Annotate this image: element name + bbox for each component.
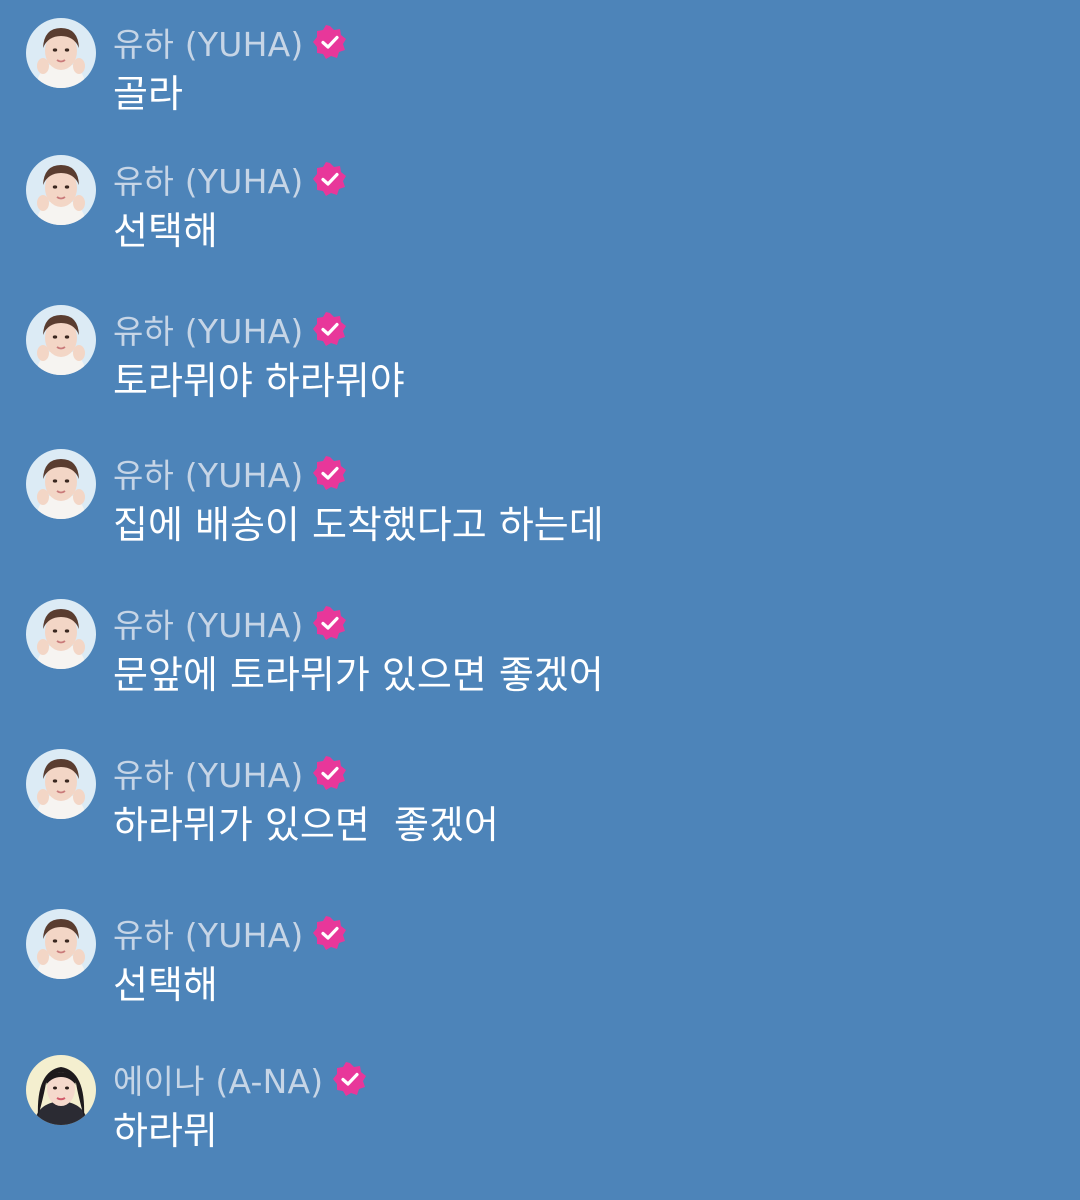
chat-message: 유하 (YUHA) 선택해: [0, 155, 1080, 275]
chat-message: 유하 (YUHA) 토라뮈야 하라뮈야: [0, 305, 1080, 425]
yuha-avatar-icon[interactable]: [26, 599, 96, 669]
message-text: 선택해: [113, 963, 218, 1007]
yuha-avatar-icon[interactable]: [26, 18, 96, 88]
yuha-avatar-icon[interactable]: [26, 749, 96, 819]
message-text: 선택해: [113, 209, 218, 253]
chat-message: 유하 (YUHA) 선택해: [0, 909, 1080, 1029]
verified-badge-icon: [333, 1062, 367, 1096]
chat-message: 유하 (YUHA) 골라: [0, 18, 1080, 138]
sender-name: 유하 (YUHA): [113, 162, 304, 201]
chat-message: 유하 (YUHA) 하라뮈가 있으면 좋겠어: [0, 749, 1080, 869]
chat-message: 유하 (YUHA) 집에 배송이 도착했다고 하는데: [0, 449, 1080, 569]
sender-name: 유하 (YUHA): [113, 25, 304, 64]
yuha-avatar-icon[interactable]: [26, 155, 96, 225]
yuha-avatar-icon[interactable]: [26, 305, 96, 375]
message-text: 하라뮈: [113, 1109, 218, 1153]
sender-name: 유하 (YUHA): [113, 756, 304, 795]
verified-badge-icon: [313, 756, 347, 790]
message-text: 하라뮈가 있으면 좋겠어: [113, 803, 499, 847]
verified-badge-icon: [313, 456, 347, 490]
message-text: 문앞에 토라뮈가 있으면 좋겠어: [113, 653, 604, 697]
message-text: 토라뮈야 하라뮈야: [113, 359, 405, 403]
chat-message: 유하 (YUHA) 문앞에 토라뮈가 있으면 좋겠어: [0, 599, 1080, 719]
message-text: 골라: [113, 72, 183, 116]
sender-name: 유하 (YUHA): [113, 312, 304, 351]
sender-name: 에이나 (A-NA): [113, 1062, 324, 1101]
chat-message: 에이나 (A-NA) 하라뮈: [0, 1055, 1080, 1175]
verified-badge-icon: [313, 916, 347, 950]
verified-badge-icon: [313, 162, 347, 196]
message-text: 집에 배송이 도착했다고 하는데: [113, 503, 604, 547]
verified-badge-icon: [313, 606, 347, 640]
sender-name: 유하 (YUHA): [113, 456, 304, 495]
yuha-avatar-icon[interactable]: [26, 909, 96, 979]
ana-avatar-icon[interactable]: [26, 1055, 96, 1125]
verified-badge-icon: [313, 25, 347, 59]
yuha-avatar-icon[interactable]: [26, 449, 96, 519]
verified-badge-icon: [313, 312, 347, 346]
sender-name: 유하 (YUHA): [113, 916, 304, 955]
sender-name: 유하 (YUHA): [113, 606, 304, 645]
chat-message-list: 유하 (YUHA) 골라 유하 (YUHA) 선택해 유하 (YUHA) 토라뮈…: [0, 0, 1080, 1200]
